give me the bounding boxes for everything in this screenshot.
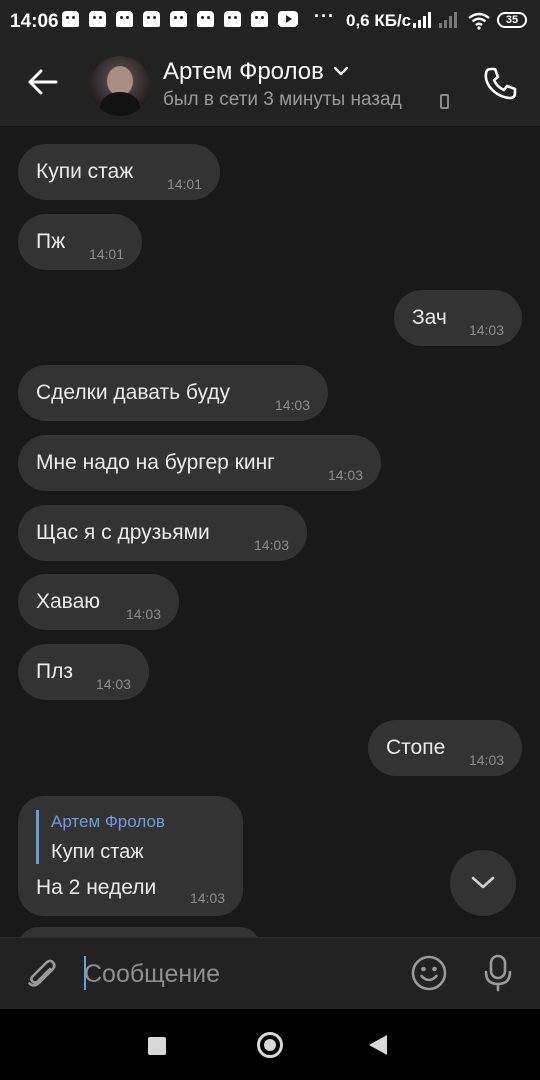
reply-quote[interactable]: Артем Фролов Купи стаж — [36, 810, 165, 864]
chevron-down-icon — [471, 876, 495, 889]
battery-icon: 35 — [497, 12, 527, 28]
message-bubble-reply[interactable]: Артем Фролов Купи стаж На 2 недели 14:03 — [18, 796, 243, 916]
notification-icons — [62, 11, 298, 27]
back-button[interactable] — [24, 62, 60, 102]
discord-icon — [197, 11, 214, 27]
call-button[interactable] — [480, 64, 520, 104]
message-bubble-incoming[interactable]: Сделки давать буду 14:03 — [18, 365, 328, 421]
message-bubble-incoming[interactable]: Хаваю 14:03 — [18, 574, 179, 630]
message-bubble-partial[interactable] — [18, 927, 260, 937]
reply-snippet: Купи стаж — [51, 841, 144, 863]
signal-icon — [413, 12, 431, 28]
message-bubble-incoming[interactable]: Купи стаж 14:01 — [18, 144, 220, 200]
network-speed: 0,6 КБ/с — [346, 11, 412, 30]
last-seen-status: был в сети 3 минуты назад — [163, 89, 402, 110]
message-text: На 2 недели — [36, 876, 157, 899]
message-list[interactable]: Купи стаж 14:01 Пж 14:01 Зач 14:03 Сделк… — [0, 127, 540, 937]
battery-level: 35 — [505, 14, 519, 26]
message-time: 14:03 — [468, 322, 504, 338]
message-time: 14:03 — [189, 890, 225, 906]
contact-name[interactable]: Артем Фролов — [163, 58, 324, 86]
message-text: Плз — [36, 660, 73, 683]
microphone-icon[interactable] — [480, 953, 516, 993]
status-bar: 14:06 ··· 0,6 КБ/с 35 — [0, 0, 540, 42]
discord-icon — [170, 11, 187, 27]
message-bubble-outgoing[interactable]: Стопе 14:03 — [368, 720, 522, 776]
message-bubble-incoming[interactable]: Плз 14:03 — [18, 644, 149, 700]
message-time: 14:03 — [253, 537, 289, 553]
system-back-button[interactable] — [369, 1035, 387, 1055]
discord-icon — [143, 11, 160, 27]
paperclip-icon[interactable] — [24, 956, 60, 992]
message-bubble-incoming[interactable]: Щас я с друзьями 14:03 — [18, 505, 307, 561]
message-time: 14:03 — [95, 676, 131, 692]
message-text: Сделки давать буду — [36, 381, 230, 404]
home-button[interactable] — [257, 1032, 283, 1058]
message-text: Мне надо на бургер кинг — [36, 451, 275, 474]
discord-icon — [116, 11, 133, 27]
chevron-down-icon[interactable] — [333, 64, 349, 78]
youtube-icon — [278, 11, 298, 27]
message-input[interactable] — [84, 955, 384, 993]
message-time: 14:01 — [88, 246, 124, 262]
message-text: Щас я с друзьями — [36, 521, 210, 544]
message-time: 14:01 — [166, 176, 202, 192]
system-nav-bar — [0, 1009, 540, 1080]
reply-author: Артем Фролов — [51, 812, 165, 831]
recents-button[interactable] — [148, 1037, 166, 1055]
text-cursor — [84, 956, 86, 990]
message-bubble-incoming[interactable]: Мне надо на бургер кинг 14:03 — [18, 435, 381, 491]
message-time: 14:03 — [274, 397, 310, 413]
chat-header: Артем Фролов был в сети 3 минуты назад — [0, 42, 540, 127]
scroll-down-button[interactable] — [450, 850, 516, 916]
message-composer — [0, 937, 540, 1010]
message-bubble-incoming[interactable]: Пж 14:01 — [18, 214, 142, 270]
mobile-icon — [440, 94, 449, 109]
message-time: 14:03 — [327, 467, 363, 483]
message-time: 14:03 — [468, 752, 504, 768]
message-time: 14:03 — [125, 606, 161, 622]
message-text: Купи стаж — [36, 160, 134, 183]
message-text: Зач — [412, 306, 447, 329]
signal-icon — [439, 12, 457, 28]
avatar[interactable] — [90, 56, 150, 116]
more-notifications-dots: ··· — [314, 6, 335, 26]
message-bubble-outgoing[interactable]: Зач 14:03 — [394, 290, 522, 346]
status-time: 14:06 — [10, 11, 59, 32]
discord-icon — [89, 11, 106, 27]
message-text: Пж — [36, 230, 66, 253]
emoji-icon[interactable] — [410, 954, 448, 992]
discord-icon — [224, 11, 241, 27]
message-text: Хаваю — [36, 590, 101, 613]
discord-icon — [62, 11, 79, 27]
discord-icon — [251, 11, 268, 27]
message-text: Стопе — [386, 736, 446, 759]
wifi-icon — [468, 12, 490, 30]
